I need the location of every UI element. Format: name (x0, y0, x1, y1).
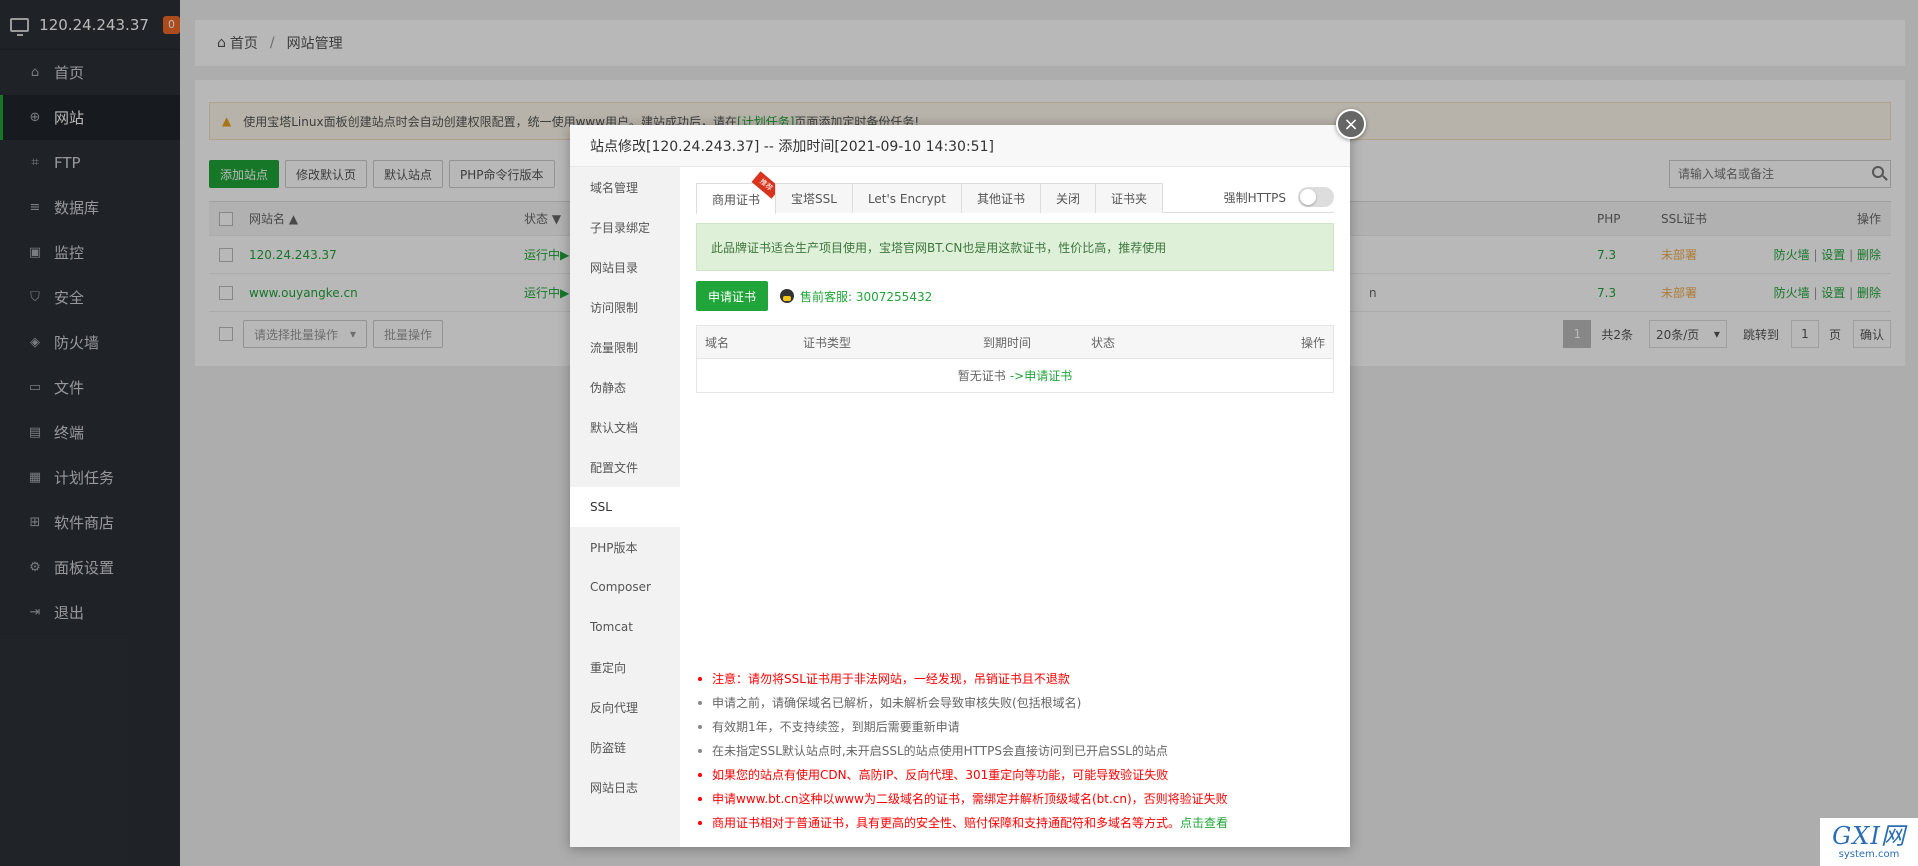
ssl-tips: 注意：请勿将SSL证书用于非法网站，一经发现，吊销证书且不退款 申请之前，请确保域… (696, 667, 1336, 835)
tip-item: 商用证书相对于普通证书，具有更高的安全性、赔付保障和支持通配符和多域名等方式。点… (696, 811, 1336, 835)
cert-col-domain: 域名 (705, 335, 730, 350)
apply-cert-button[interactable]: 申请证书 (696, 281, 769, 311)
ssl-tab-label: 宝塔SSL (791, 192, 837, 206)
ssl-tab[interactable]: 宝塔SSL (775, 183, 853, 213)
modal-menu-item[interactable]: Tomcat (570, 607, 680, 647)
modal-menu-item[interactable]: Composer (570, 567, 680, 607)
watermark-logo: GXI网 system.com (1820, 818, 1918, 866)
qq-icon (780, 289, 795, 303)
ssl-tab[interactable]: 其他证书 (961, 183, 1042, 213)
cert-empty-text: 暂无证书 (957, 369, 1006, 383)
tip-item: 如果您的站点有使用CDN、高防IP、反向代理、301重定向等功能，可能导致验证失… (696, 763, 1336, 787)
modal-title: 站点修改[120.24.243.37] -- 添加时间[2021-09-10 1… (570, 125, 1350, 167)
ssl-tab[interactable]: 商用证书 推荐 (696, 171, 781, 214)
apply-row: 申请证书 售前客服: 3007255432 (696, 281, 932, 311)
modal-menu-item[interactable]: 网站日志 (570, 767, 680, 807)
modal-menu-item[interactable]: 重定向 (570, 647, 680, 687)
modal-menu-item[interactable]: 防盗链 (570, 727, 680, 767)
ssl-tab[interactable]: 关闭 (1040, 183, 1097, 213)
ssl-tab[interactable]: Let's Encrypt (851, 183, 963, 213)
force-https-toggle[interactable] (1298, 187, 1334, 207)
modal-menu-item[interactable]: 子目录绑定 (570, 207, 680, 247)
cert-col-ops: 操作 (1300, 335, 1325, 350)
tip-text: 如果您的站点有使用CDN、高防IP、反向代理、301重定向等功能，可能导致验证失… (712, 768, 1169, 782)
modal-menu-item[interactable]: PHP版本 (570, 527, 680, 567)
cert-col-expire: 到期时间 (983, 335, 1032, 350)
tip-item: 在未指定SSL默认站点时,未开启SSL的站点使用HTTPS会直接访问到已开启SS… (696, 739, 1336, 763)
modal-menu-item[interactable]: SSL (570, 487, 680, 527)
modal-menu-item[interactable]: 默认文档 (570, 407, 680, 447)
ssl-tab[interactable]: 证书夹 (1095, 183, 1164, 213)
sales-contact-text: 售前客服: 3007255432 (800, 289, 933, 304)
force-https: 强制HTTPS (1224, 187, 1334, 207)
apply-cert-link[interactable]: ->申请证书 (1010, 367, 1072, 384)
sales-contact[interactable]: 售前客服: 3007255432 (780, 288, 932, 305)
tip-text: 商用证书相对于普通证书，具有更高的安全性、赔付保障和支持通配符和多域名等方式。 (712, 816, 1181, 830)
ssl-tab-label: Let's Encrypt (867, 191, 947, 206)
modal-menu-item[interactable]: 流量限制 (570, 327, 680, 367)
modal-menu-item[interactable]: 伪静态 (570, 367, 680, 407)
view-more-link[interactable]: 点击查看 (1180, 816, 1228, 830)
cert-notice: 此品牌证书适合生产项目使用，宝塔官网BT.CN也是用这款证书，性价比高，推荐使用 (696, 223, 1334, 271)
tip-item: 申请www.bt.cn这种以www为二级域名的证书，需绑定并解析顶级域名(bt.… (696, 787, 1336, 811)
cert-col-type: 证书类型 (803, 335, 852, 350)
modal-menu-item[interactable]: 配置文件 (570, 447, 680, 487)
cert-col-status: 状态 (1091, 335, 1116, 350)
force-https-label: 强制HTTPS (1223, 190, 1286, 205)
cert-empty-row: 暂无证书 ->申请证书 (697, 359, 1333, 392)
tip-text: 申请www.bt.cn这种以www为二级域名的证书，需绑定并解析顶级域名(bt.… (712, 792, 1228, 806)
tip-item: 注意：请勿将SSL证书用于非法网站，一经发现，吊销证书且不退款 (696, 667, 1336, 691)
tip-text: 有效期1年，不支持续签，到期后需要重新申请 (712, 720, 960, 734)
watermark-line1: GXI网 (1832, 822, 1906, 850)
watermark-line2: system.com (1838, 849, 1900, 860)
tip-item: 有效期1年，不支持续签，到期后需要重新申请 (696, 715, 1336, 739)
ssl-tab-label: 关闭 (1056, 192, 1081, 206)
modal-menu-item[interactable]: 域名管理 (570, 167, 680, 207)
cert-table-header: 域名 证书类型 到期时间 状态 操作 (697, 326, 1333, 359)
tip-item: 申请之前，请确保域名已解析，如未解析会导致审核失败(包括根域名) (696, 691, 1336, 715)
modal-menu: 域名管理 子目录绑定 网站目录 访问限制 流量限制 伪静态 默认文档 配置文件 SSL PHP版本… (570, 167, 680, 847)
ssl-tab-label: 其他证书 (977, 192, 1026, 206)
tip-text: 申请之前，请确保域名已解析，如未解析会导致审核失败(包括根域名) (712, 696, 1082, 710)
ssl-tab-label: 商用证书 (712, 192, 761, 207)
modal-menu-item[interactable]: 访问限制 (570, 287, 680, 327)
tip-text: 在未指定SSL默认站点时,未开启SSL的站点使用HTTPS会直接访问到已开启SS… (712, 744, 1168, 758)
site-edit-modal: 站点修改[120.24.243.37] -- 添加时间[2021-09-10 1… (570, 109, 1366, 847)
ssl-panel: 商用证书 推荐 宝塔SSL Let's Encrypt 其他证书 关闭 证书夹 强制HTTP… (680, 167, 1350, 847)
tip-text: 注意：请勿将SSL证书用于非法网站，一经发现，吊销证书且不退款 (712, 672, 1070, 686)
modal-menu-item[interactable]: 网站目录 (570, 247, 680, 287)
close-icon[interactable]: × (1336, 109, 1366, 139)
cert-table: 域名 证书类型 到期时间 状态 操作 暂无证书 ->申请证书 (696, 325, 1334, 393)
ssl-tab-label: 证书夹 (1111, 192, 1148, 206)
modal-menu-item[interactable]: 反向代理 (570, 687, 680, 727)
